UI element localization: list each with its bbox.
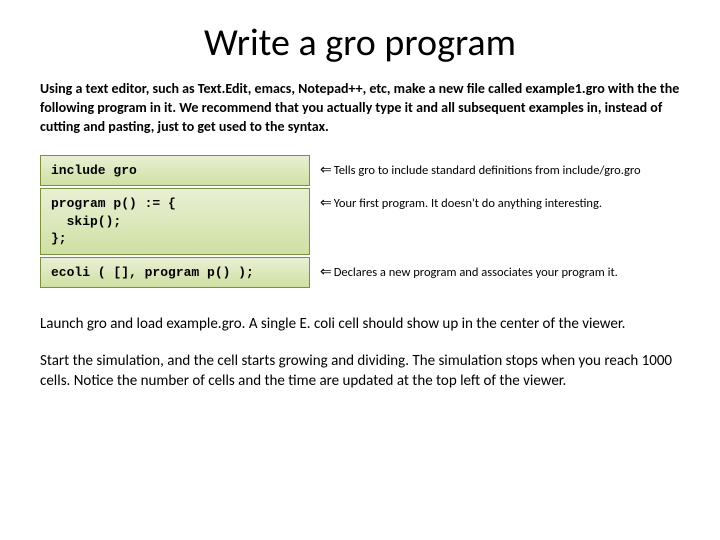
code-row: ecoli ( [], program p() ); ⇐Declares a n… <box>40 257 680 289</box>
code-row: program p() := { skip(); }; ⇐Your first … <box>40 188 680 255</box>
code-block: include gro <box>40 155 310 187</box>
explain-text: Declares a new program and associates yo… <box>334 265 618 280</box>
slide-title: Write a gro program <box>40 20 680 66</box>
code-explain: ⇐Declares a new program and associates y… <box>310 257 680 281</box>
code-explain: ⇐Your first program. It doesn't do anyth… <box>310 188 680 212</box>
slide-content: Write a gro program Using a text editor,… <box>0 0 720 427</box>
left-arrow-icon: ⇐ <box>320 160 332 178</box>
outro-paragraph: Start the simulation, and the cell start… <box>40 351 680 392</box>
explain-text: Tells gro to include standard definition… <box>334 163 641 178</box>
left-arrow-icon: ⇐ <box>320 262 332 280</box>
code-block: program p() := { skip(); }; <box>40 188 310 255</box>
explain-text: Your first program. It doesn't do anythi… <box>334 196 602 211</box>
outro-section: Launch gro and load example.gro. A singl… <box>40 314 680 391</box>
code-explain: ⇐Tells gro to include standard definitio… <box>310 155 680 179</box>
left-arrow-icon: ⇐ <box>320 193 332 211</box>
intro-paragraph: Using a text editor, such as Text.Edit, … <box>40 80 680 137</box>
code-row: include gro ⇐Tells gro to include standa… <box>40 155 680 187</box>
code-block: ecoli ( [], program p() ); <box>40 257 310 289</box>
outro-paragraph: Launch gro and load example.gro. A singl… <box>40 314 680 334</box>
